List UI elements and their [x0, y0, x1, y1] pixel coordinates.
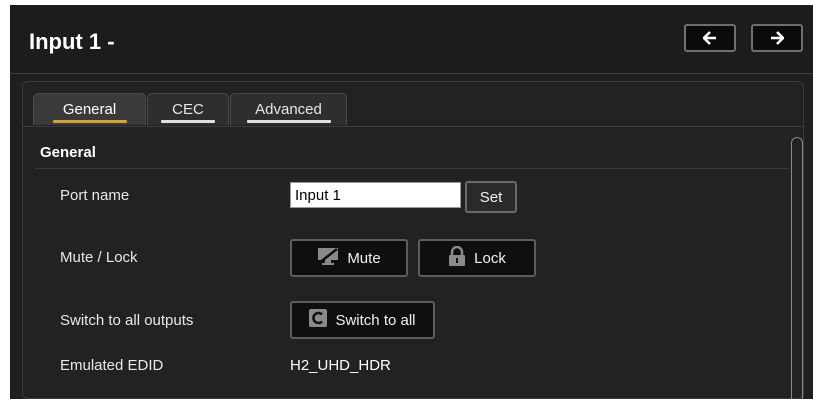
tab-indicator: [161, 120, 215, 123]
tab-indicator: [246, 120, 331, 123]
tab-cec[interactable]: CEC: [147, 93, 229, 125]
switch-to-all-button[interactable]: Switch to all: [290, 301, 435, 339]
switch-to-all-button-label: Switch to all: [335, 311, 416, 329]
set-button[interactable]: Set: [465, 181, 517, 213]
page-title: Input 1 -: [29, 29, 115, 54]
vertical-scrollbar[interactable]: [791, 137, 803, 399]
mute-button-label: Mute: [347, 249, 381, 267]
panel-header: Input 1 -: [10, 5, 813, 74]
section-title: General: [40, 144, 96, 161]
emulated-edid-label: Emulated EDID: [60, 357, 164, 374]
lock-icon: [448, 245, 466, 270]
section-divider: [35, 168, 789, 169]
port-name-input[interactable]: [290, 182, 461, 208]
tab-label: CEC: [172, 101, 204, 118]
tab-general[interactable]: General: [33, 93, 146, 125]
previous-button[interactable]: [684, 24, 736, 52]
settings-body: General CEC Advanced General Port name S…: [22, 81, 804, 399]
port-name-label: Port name: [60, 187, 130, 204]
set-button-label: Set: [479, 188, 503, 206]
arrow-left-icon: [703, 31, 717, 45]
muted-display-icon: [317, 247, 339, 269]
switch-icon: [309, 309, 328, 331]
emulated-edid-value: H2_UHD_HDR: [290, 357, 391, 374]
next-button[interactable]: [751, 24, 803, 52]
mute-button[interactable]: Mute: [290, 239, 408, 277]
tab-bar: General CEC Advanced: [23, 82, 803, 127]
mute-lock-label: Mute / Lock: [60, 249, 138, 266]
input-settings-panel: Input 1 - General CEC Advanced General P…: [10, 5, 813, 399]
tab-label: General: [62, 101, 117, 118]
tab-advanced[interactable]: Advanced: [230, 93, 347, 125]
arrow-right-icon: [770, 31, 784, 45]
tab-active-indicator: [52, 120, 127, 123]
tab-label: Advanced: [255, 101, 322, 118]
switch-all-label: Switch to all outputs: [60, 312, 194, 329]
lock-button-label: Lock: [474, 249, 506, 267]
lock-button[interactable]: Lock: [418, 239, 536, 277]
